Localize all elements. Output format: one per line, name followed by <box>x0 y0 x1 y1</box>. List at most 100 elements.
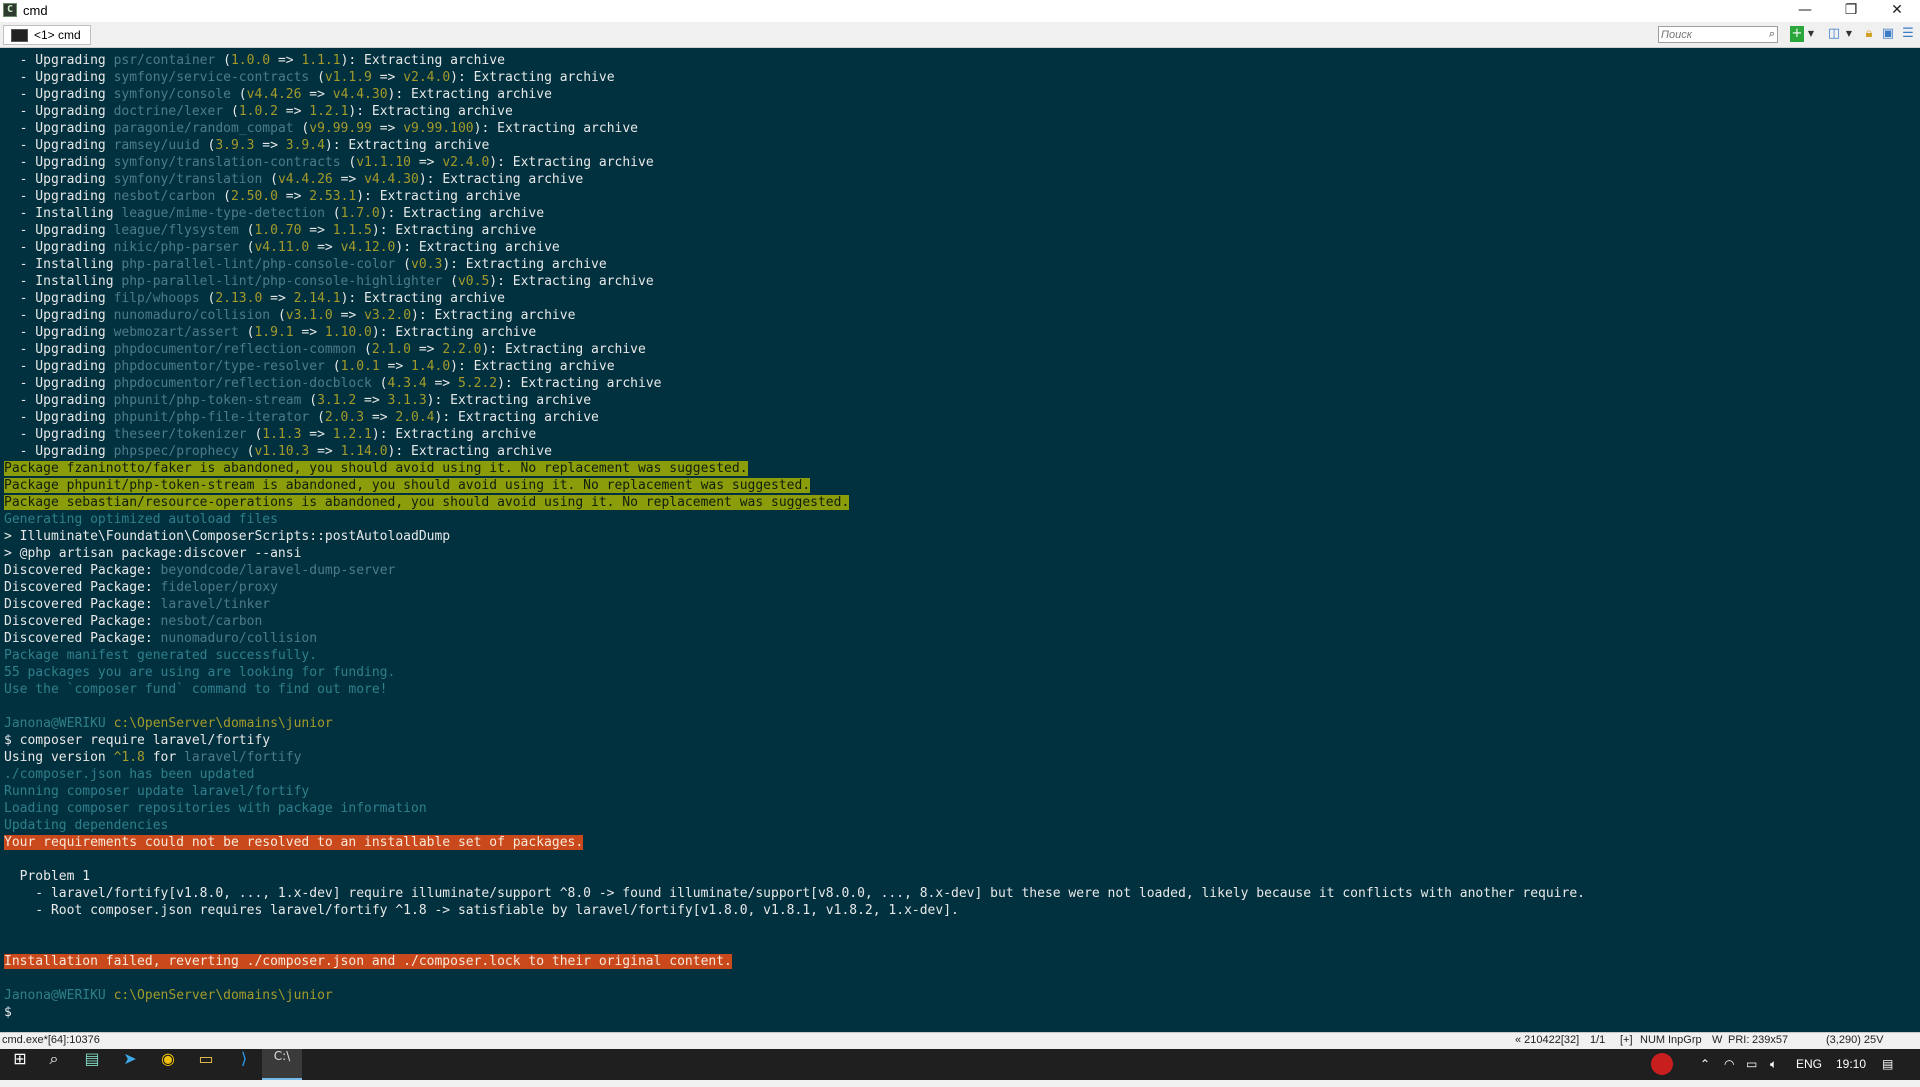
console-icon <box>11 29 28 42</box>
version-to: 1.10.0 <box>324 325 372 340</box>
version-from: v1.10.3 <box>254 444 310 459</box>
close-button[interactable]: ✕ <box>1874 0 1920 22</box>
split-view-icon[interactable]: ◫ <box>1826 26 1842 42</box>
version-from: v1.1.9 <box>324 70 372 85</box>
package-name: phpdocumentor/reflection-common <box>113 342 357 357</box>
version-from: 1.9.1 <box>254 325 294 340</box>
package-name: webmozart/assert <box>113 325 239 340</box>
notifications-icon[interactable]: ▤ <box>1882 1049 1893 1080</box>
version-from: 1.0.70 <box>254 223 302 238</box>
abandoned-warning: Package sebastian/resource-operations is… <box>4 495 850 510</box>
version: ^1.8 <box>113 750 145 765</box>
telegram-icon[interactable]: ➤ <box>110 1049 150 1080</box>
status-item: InpGrp <box>1668 1034 1702 1046</box>
search-box[interactable]: ⌕ <box>1658 26 1778 43</box>
version-to: 1.4.0 <box>411 359 451 374</box>
menu-icon[interactable]: ☰ <box>1900 26 1916 42</box>
file-explorer-icon[interactable]: ▭ <box>186 1049 226 1080</box>
status-item: PRI: <box>1728 1034 1750 1046</box>
cmd-icon[interactable]: C:\ <box>262 1049 302 1080</box>
version-from: 3.1.2 <box>317 393 357 408</box>
discovered-package: nesbot/carbon <box>160 614 263 629</box>
tab-cmd[interactable]: <1> cmd <box>3 25 91 45</box>
version-from: 2.1.0 <box>371 342 412 357</box>
version-to: v0.3 <box>411 257 443 272</box>
version-to: 3.9.4 <box>285 138 325 153</box>
version-to: v0.5 <box>457 274 490 289</box>
version-from: v4.4.26 <box>277 172 333 187</box>
dropdown-icon[interactable]: ▼ <box>1844 26 1854 42</box>
package-name: phpdocumentor/reflection-docblock <box>113 376 372 391</box>
version-to: 1.2.1 <box>332 427 372 442</box>
version-from: v1.1.10 <box>356 155 412 170</box>
error-message: Installation failed, reverting ./compose… <box>4 954 732 969</box>
add-console-icon[interactable]: + <box>1790 26 1804 42</box>
package-name: nunomaduro/collision <box>113 308 271 323</box>
search-icon[interactable]: ⌕ <box>34 1049 74 1080</box>
prompt-path: c:\OpenServer\domains\junior <box>113 988 333 1003</box>
version-to: v3.2.0 <box>364 308 412 323</box>
status-line: Package manifest generated successfully. <box>4 648 318 663</box>
status-process: cmd.exe*[64]:10376 <box>2 1034 100 1046</box>
tab-label: <1> cmd <box>34 28 81 42</box>
package-name: symfony/service-contracts <box>113 70 310 85</box>
version-to: 1.7.0 <box>340 206 380 221</box>
tab-bar: <1> cmd <box>0 22 1920 48</box>
restore-button[interactable]: ❐ <box>1828 0 1874 22</box>
package-name: nikic/php-parser <box>113 240 239 255</box>
version-to: 2.0.4 <box>395 410 435 425</box>
package-name: ramsey/uuid <box>113 138 200 153</box>
version-from: 1.1.3 <box>262 427 302 442</box>
package-name: php-parallel-lint/php-console-highlighte… <box>121 274 443 289</box>
window-title: cmd <box>23 3 48 18</box>
status-line: Generating optimized autoload files <box>4 512 278 527</box>
package-name: theseer/tokenizer <box>113 427 247 442</box>
version-to: v4.12.0 <box>340 240 396 255</box>
tray-expand-icon[interactable]: ⌃ <box>1700 1049 1710 1080</box>
volume-icon[interactable]: 🔈︎ <box>1770 1049 1777 1080</box>
version-from: 1.0.2 <box>238 104 278 119</box>
package-name: php-parallel-lint/php-console-color <box>121 257 396 272</box>
version-from: 2.13.0 <box>215 291 263 306</box>
search-input[interactable] <box>1661 27 1757 42</box>
discovered-package: fideloper/proxy <box>160 580 278 595</box>
version-from: 2.50.0 <box>230 189 278 204</box>
lock-icon[interactable]: 🔒︎ <box>1862 26 1876 42</box>
package-name: filp/whoops <box>113 291 200 306</box>
prompt-path: c:\OpenServer\domains\junior <box>113 716 333 731</box>
version-to: 1.2.1 <box>309 104 349 119</box>
status-item: NUM <box>1640 1034 1666 1046</box>
status-line: ./composer.json has been updated <box>4 767 255 782</box>
vscode-icon[interactable]: ⟩ <box>224 1049 264 1080</box>
package-name: laravel/fortify <box>184 750 302 765</box>
language-indicator[interactable]: ENG <box>1796 1049 1822 1080</box>
discovered-package: laravel/tinker <box>160 597 271 612</box>
abandoned-warning: Package phpunit/php-token-stream is aban… <box>4 478 811 493</box>
status-item: [+] <box>1620 1034 1633 1046</box>
version-to: 2.14.1 <box>293 291 341 306</box>
minimize-button[interactable]: — <box>1782 0 1828 22</box>
antivirus-tray-icon[interactable] <box>1651 1053 1673 1075</box>
dropdown-icon[interactable]: ▼ <box>1806 26 1816 42</box>
abandoned-warning: Package fzaninotto/faker is abandoned, y… <box>4 461 748 476</box>
status-bar: cmd.exe*[64]:10376 « 210422[32] 1/1 [+] NUM… <box>0 1032 1920 1049</box>
package-name: phpdocumentor/type-resolver <box>113 359 325 374</box>
status-item: (3,290) 25V <box>1826 1034 1884 1046</box>
search-icon[interactable]: ⌕ <box>1769 28 1775 41</box>
status-line: Loading composer repositories with packa… <box>4 801 427 816</box>
terminal-app-icon[interactable]: ▤ <box>72 1049 112 1080</box>
package-name: psr/container <box>113 53 216 68</box>
package-name: symfony/translation <box>113 172 263 187</box>
version-from: 3.9.3 <box>215 138 255 153</box>
panel-icon[interactable]: ▣ <box>1880 26 1896 42</box>
version-to: v9.99.100 <box>403 121 474 136</box>
conemu-app-icon[interactable]: C <box>3 3 17 17</box>
wifi-icon[interactable]: ◠ <box>1724 1049 1734 1080</box>
chrome-icon[interactable]: ◉ <box>148 1049 188 1080</box>
version-from: 2.0.3 <box>324 410 365 425</box>
status-line: 55 packages you are using are looking fo… <box>4 665 396 680</box>
battery-icon[interactable]: ▭ <box>1746 1049 1757 1080</box>
version-to: 3.1.3 <box>387 393 427 408</box>
clock[interactable]: 19:10 <box>1836 1049 1866 1080</box>
terminal-output[interactable]: - Upgrading psr/container (1.0.0 => 1.1.… <box>0 48 1920 1032</box>
